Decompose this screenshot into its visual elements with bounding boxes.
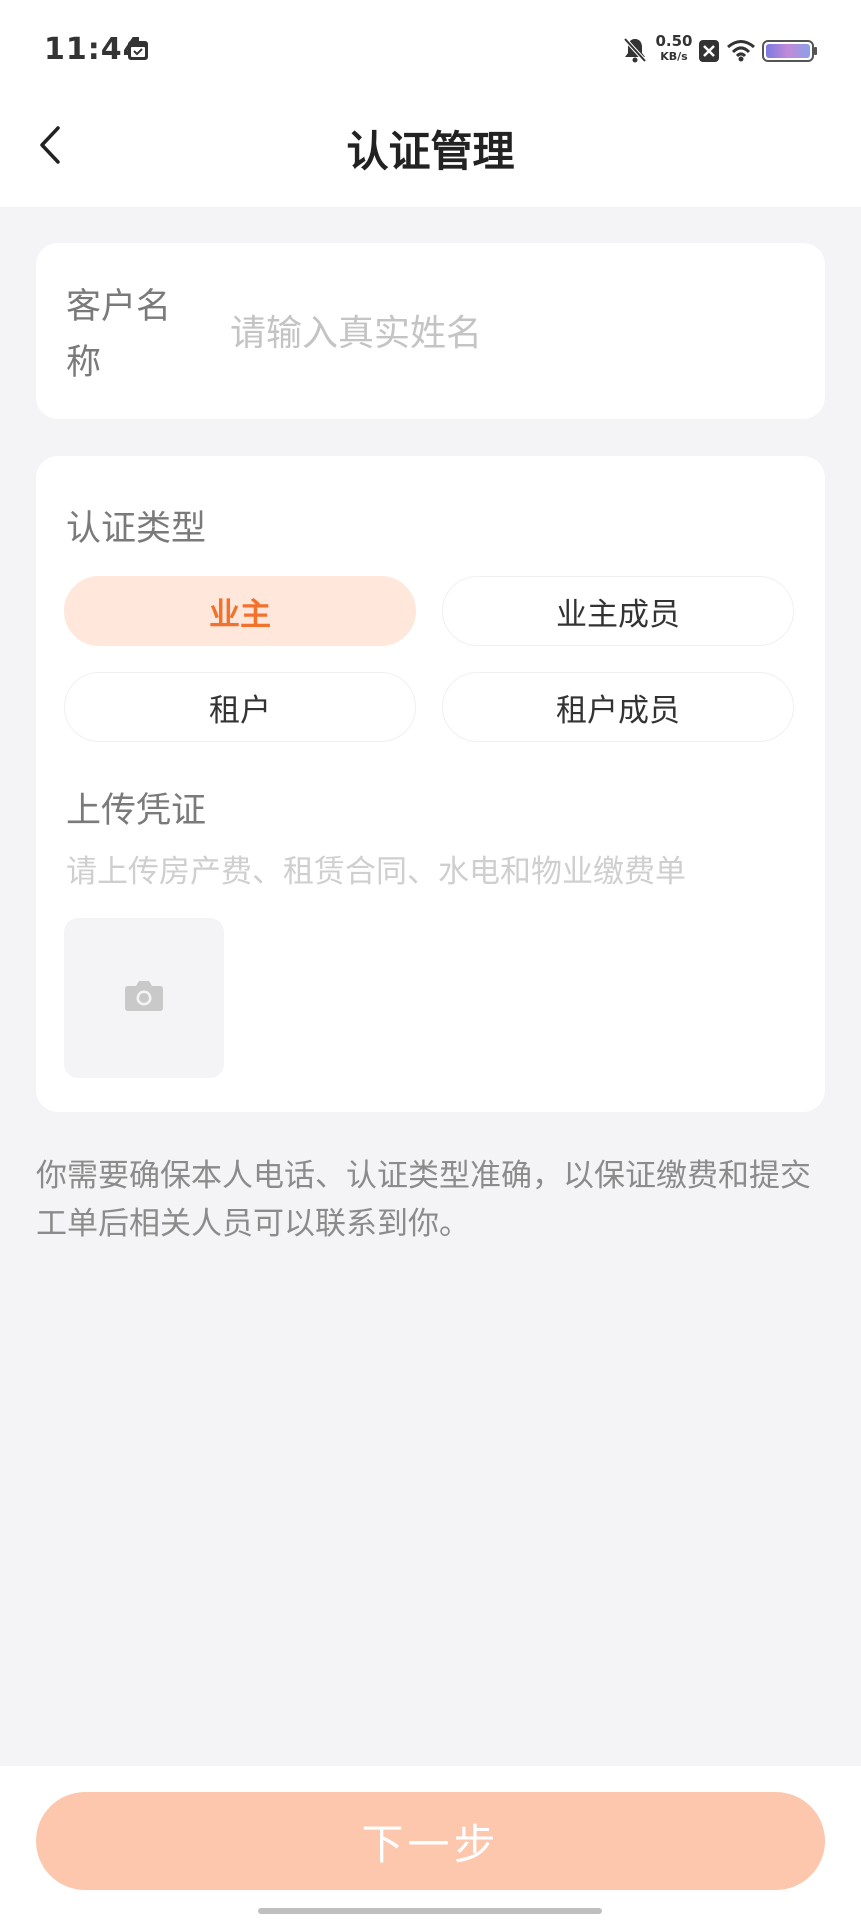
page-title: 认证管理: [346, 127, 515, 176]
notification-x-icon: [698, 39, 720, 67]
header: 认证管理: [0, 100, 861, 207]
next-step-button[interactable]: 下一步: [36, 1792, 825, 1890]
upload-photo-button[interactable]: [64, 918, 224, 1078]
upload-hint: 请上传房产费、租赁合同、水电和物业缴费单: [66, 854, 686, 890]
calendar-icon: [126, 38, 150, 66]
auth-type-option-tenant-member[interactable]: 租户成员: [442, 672, 794, 742]
notice-text: 你需要确保本人电话、认证类型准确，以保证缴费和提交工单后相关人员可以联系到你。: [36, 1158, 811, 1242]
auth-type-card: 认证类型 业主 业主成员 租户 租户成员 上传凭证 请上传房产费、租赁合同、水电…: [36, 456, 825, 1112]
auth-type-label: 认证类型: [66, 509, 207, 549]
wifi-icon: [726, 38, 756, 66]
bell-off-icon: [622, 36, 648, 68]
net-speed-value: 0.50: [655, 32, 693, 50]
auth-type-option-tenant[interactable]: 租户: [64, 672, 416, 742]
screen: 11:44 0.50 KB/s 认证管理 客户名称 请输入真实姓名 认证类型 业…: [0, 0, 861, 1920]
customer-name-input[interactable]: [230, 305, 790, 361]
net-speed-unit: KB/s: [660, 50, 688, 63]
net-speed: 0.50 KB/s: [654, 34, 694, 64]
upload-label: 上传凭证: [66, 791, 207, 831]
auth-type-option-owner[interactable]: 业主: [64, 576, 416, 646]
home-indicator[interactable]: [258, 1908, 602, 1914]
battery-icon: [762, 40, 818, 66]
status-bar: 11:44 0.50 KB/s: [0, 0, 861, 100]
auth-type-option-owner-member[interactable]: 业主成员: [442, 576, 794, 646]
customer-name-label: 客户名称: [66, 287, 172, 383]
customer-name-card: 客户名称: [36, 243, 825, 419]
camera-icon: [125, 981, 163, 1011]
